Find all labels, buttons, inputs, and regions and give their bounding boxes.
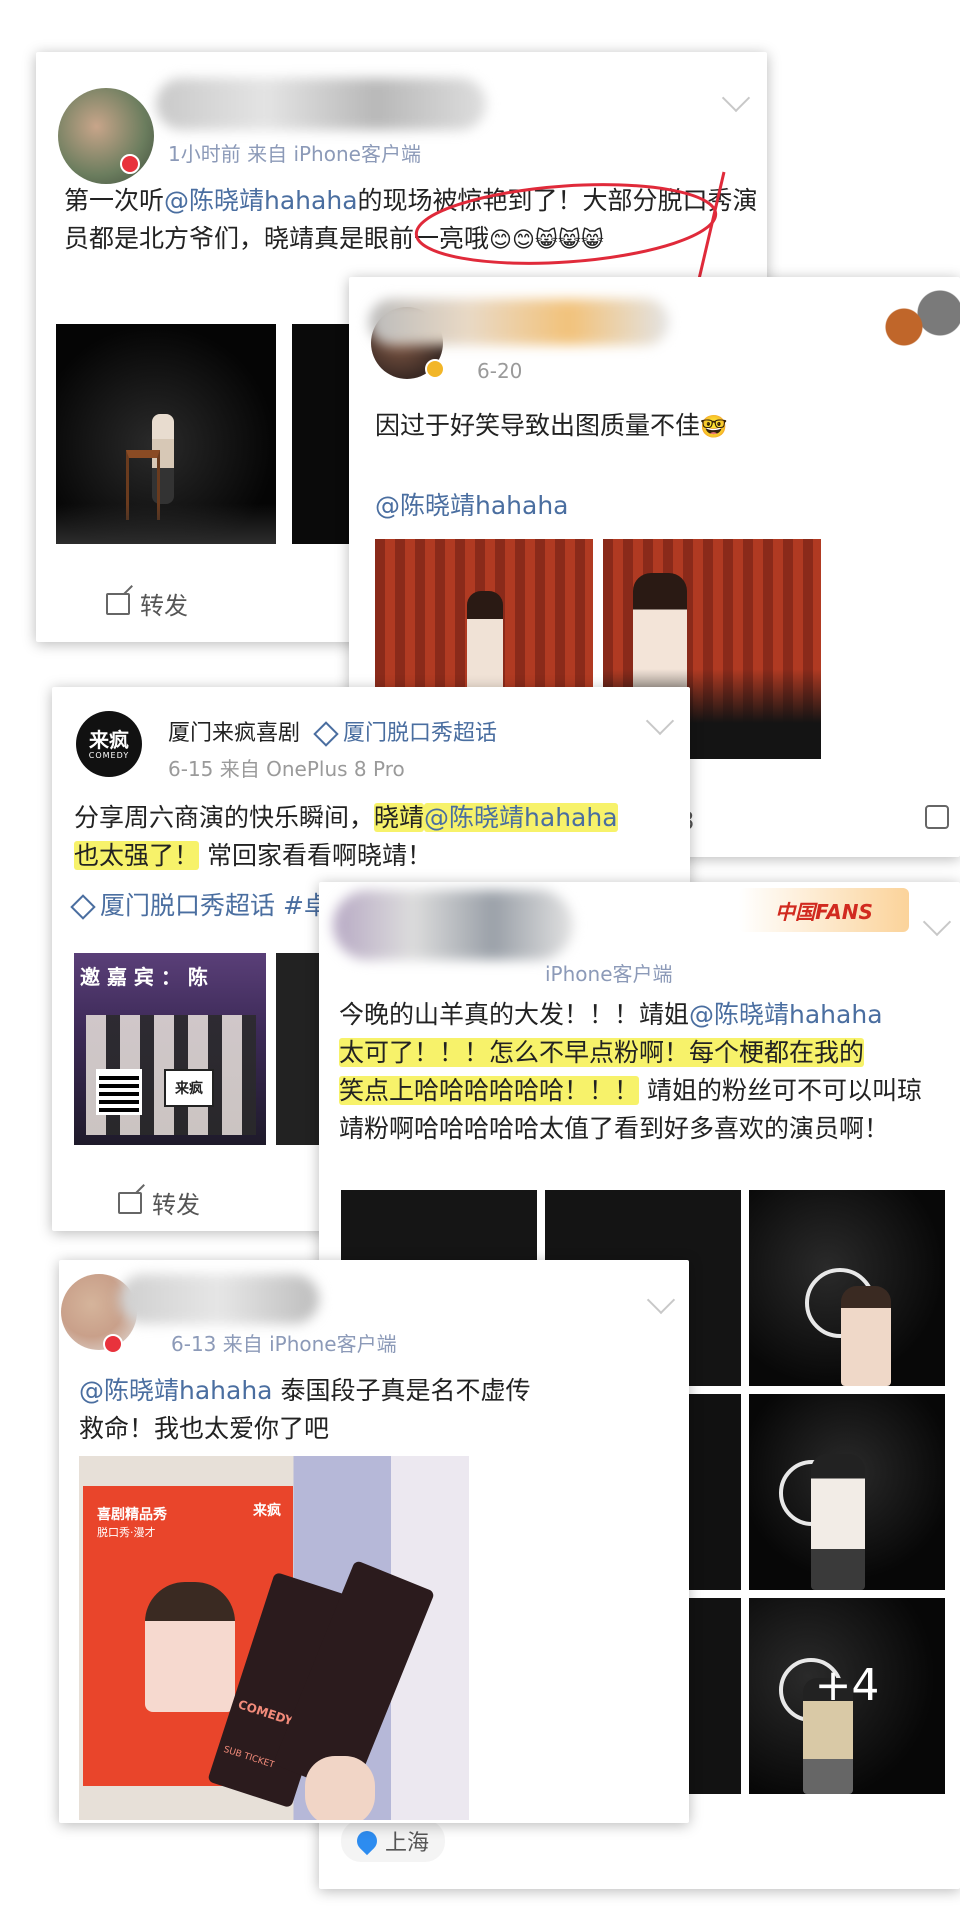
repost-label: 转发: [152, 1191, 200, 1219]
username-redacted: [333, 890, 573, 960]
poster-brand: 来疯: [253, 1503, 281, 1519]
like-icon[interactable]: [925, 805, 949, 829]
highlight-text: 晓靖: [374, 803, 425, 832]
post-text: 分享周六商演的快乐瞬间，晓靖@陈晓靖hahaha 也太强了！ 常回家看看啊晓靖！: [74, 799, 674, 875]
post-text: @陈晓靖hahaha 泰国段子真是名不虚传 救命！我也太爱你了吧: [79, 1372, 659, 1448]
topic-link[interactable]: 厦门脱口秀超话: [313, 721, 497, 747]
chevron-down-icon[interactable]: [922, 907, 952, 937]
user-avatar[interactable]: [58, 88, 154, 184]
post-text-part: 第一次听: [64, 186, 165, 215]
mention-link[interactable]: @陈晓靖hahaha: [375, 487, 569, 525]
poster-portrait: [145, 1582, 235, 1712]
chevron-down-icon[interactable]: [646, 1285, 676, 1315]
avatar-logo-sub: COMEDY: [88, 750, 130, 760]
fans-badge: 中国FANS: [739, 888, 909, 932]
qr-code: [96, 1069, 142, 1115]
sign-text: 来疯: [175, 1081, 203, 1097]
share-icon: [118, 1191, 142, 1214]
mention-link[interactable]: @陈晓靖hahaha: [79, 1376, 273, 1405]
verified-badge-icon: [425, 359, 445, 379]
location-pin-icon: [352, 1826, 382, 1856]
username-redacted: [369, 299, 669, 345]
more-photos-count: +4: [814, 1660, 880, 1711]
performer: [467, 591, 503, 699]
post-text: 今晚的山羊真的大发！！！靖姐@陈晓靖hahaha 太可了！！！怎么不早点粉啊！每…: [339, 996, 939, 1148]
post-meta: iPhone客户端: [545, 962, 673, 986]
post-meta: 6-15 来自 OnePlus 8 Pro: [168, 757, 405, 781]
chevron-down-icon[interactable]: [721, 83, 751, 113]
emoji: 🤓: [700, 415, 728, 440]
hand: [305, 1756, 375, 1820]
poster-title: 喜剧精品秀: [97, 1507, 167, 1523]
verified-badge-icon: [103, 1334, 123, 1354]
banner-text: 邀 嘉 宾 ： 陈: [80, 965, 208, 989]
post-text-part: 分享周六商演的快乐瞬间，: [74, 803, 375, 832]
post-photo[interactable]: [749, 1190, 945, 1386]
post-text: 因过于好笑导致出图质量不佳🤓: [375, 407, 935, 447]
highlight-text: 笑点上哈哈哈哈哈哈！！！: [339, 1076, 640, 1105]
performer: [841, 1286, 891, 1386]
highlight-text: 太可了！！！怎么不早点粉啊！每个梗都在我的: [339, 1038, 865, 1067]
fans-badge-text: 中国FANS: [775, 899, 873, 924]
ticket-subtitle: SUB TICKET: [222, 1744, 276, 1771]
post-header: 厦门来疯喜剧 厦门脱口秀超话: [168, 715, 497, 747]
post-photo[interactable]: 邀 嘉 宾 ： 陈 来疯: [74, 953, 266, 1145]
post-photo[interactable]: [56, 324, 276, 544]
mention-link[interactable]: @陈晓靖hahaha: [689, 1000, 883, 1029]
location-text: 上海: [385, 1831, 430, 1856]
user-avatar[interactable]: 来疯 COMEDY: [76, 711, 142, 777]
post-date: 6-20: [477, 359, 523, 383]
username-redacted: [119, 1274, 319, 1324]
topic-line[interactable]: 厦门脱口秀超话 #卓: [70, 887, 329, 925]
ticket-text: COMEDY: [236, 1697, 295, 1729]
mention-link[interactable]: @陈晓靖hahaha: [164, 186, 358, 215]
repost-button[interactable]: 转发: [106, 586, 188, 621]
mention-link[interactable]: @陈晓靖hahaha: [424, 803, 618, 832]
post-photo[interactable]: [375, 539, 593, 699]
repost-button[interactable]: 转发: [118, 1185, 200, 1220]
sign-board: 来疯: [164, 1069, 214, 1107]
post-text-part: 因过于好笑导致出图质量不佳: [375, 411, 701, 440]
location-tag[interactable]: 上海: [341, 1820, 446, 1862]
avatar-logo-text: 来疯: [89, 727, 129, 752]
chevron-down-icon[interactable]: [645, 706, 675, 736]
share-icon: [106, 592, 130, 615]
post-meta: 1小时前 来自 iPhone客户端: [168, 142, 421, 166]
post-meta: 6-13 来自 iPhone客户端: [171, 1332, 397, 1356]
repost-label: 转发: [140, 592, 188, 620]
topic-icon: [70, 894, 96, 920]
weibo-post-card-5: 6-13 来自 iPhone客户端 @陈晓靖hahaha 泰国段子真是名不虚传 …: [59, 1260, 689, 1823]
topic-icon: [313, 721, 339, 747]
poster-subtitle: 脱口秀·漫才: [97, 1526, 156, 1539]
highlight-text: 也太强了！: [74, 841, 200, 870]
username-redacted: [156, 78, 486, 130]
performer: [811, 1454, 865, 1590]
post-photo[interactable]: 喜剧精品秀 脱口秀·漫才 来疯 COMEDY SUB TICKET: [79, 1456, 469, 1820]
post-photo[interactable]: [749, 1394, 945, 1590]
username[interactable]: 厦门来疯喜剧: [168, 721, 300, 746]
post-photo[interactable]: [292, 324, 352, 544]
post-text-part: 泰国段子真是名不虚传: [280, 1376, 531, 1405]
post-text-part: 救命！我也太爱你了吧: [79, 1414, 330, 1443]
post-text-part: 常回家看看啊晓靖！: [206, 841, 432, 870]
post-text-part: 今晚的山羊真的大发！！！靖姐: [339, 1000, 690, 1029]
decorative-badge: [880, 285, 960, 355]
post-photo-more[interactable]: +4: [749, 1598, 945, 1794]
verified-badge-icon: [120, 154, 140, 174]
